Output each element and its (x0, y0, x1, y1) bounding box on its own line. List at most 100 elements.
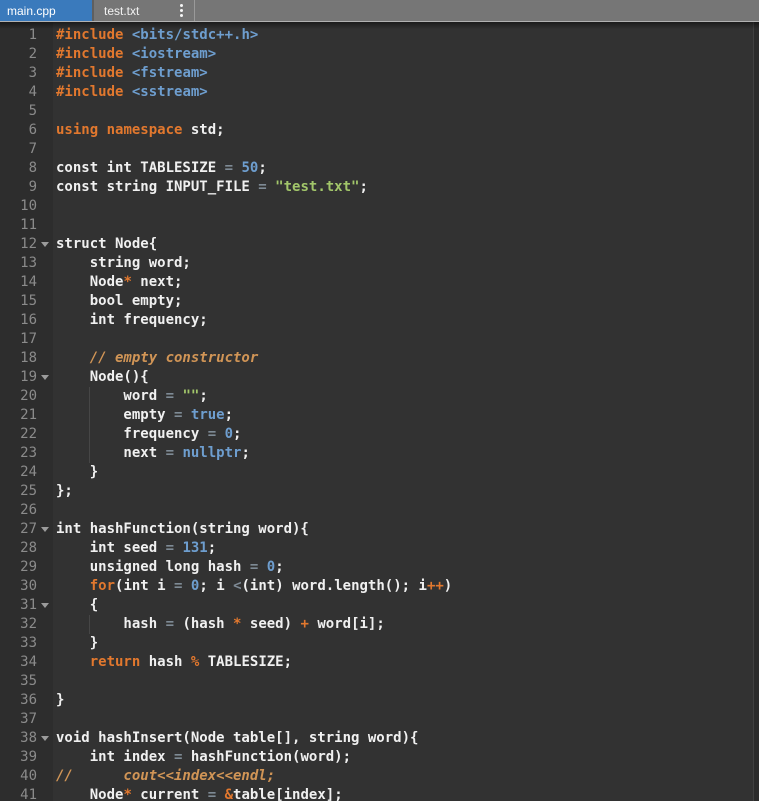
code-line-content[interactable]: #include <sstream> (53, 83, 759, 102)
code-token: ; (258, 160, 267, 176)
code-line-content[interactable]: for(int i = 0; i <(int) word.length(); i… (53, 577, 759, 596)
line-number[interactable]: 28 (0, 539, 37, 558)
code-line-content[interactable] (53, 501, 759, 520)
line-number[interactable]: 36 (0, 691, 37, 710)
fold-cell (37, 767, 53, 786)
fold-toggle-icon[interactable] (41, 375, 49, 380)
code-line-content[interactable] (53, 672, 759, 691)
line-number[interactable]: 41 (0, 786, 37, 801)
line-number[interactable]: 3 (0, 64, 37, 83)
code-line-content[interactable]: #include <iostream> (53, 45, 759, 64)
line-number[interactable]: 32 (0, 615, 37, 634)
code-line-content[interactable]: return hash % TABLESIZE; (53, 653, 759, 672)
code-line-content[interactable]: int index = hashFunction(word); (53, 748, 759, 767)
line-number[interactable]: 26 (0, 501, 37, 520)
code-line-content[interactable] (53, 197, 759, 216)
code-line-content[interactable]: bool empty; (53, 292, 759, 311)
line-number[interactable]: 17 (0, 330, 37, 349)
code-line-content[interactable]: unsigned long hash = 0; (53, 558, 759, 577)
line-number[interactable]: 38 (0, 729, 37, 748)
code-token: seed) (241, 616, 301, 632)
code-line-content[interactable] (53, 216, 759, 235)
code-line-content[interactable]: word = ""; (53, 387, 759, 406)
line-number[interactable]: 19 (0, 368, 37, 387)
code-line-content[interactable]: } (53, 463, 759, 482)
code-line-content[interactable] (53, 330, 759, 349)
fold-toggle-icon[interactable] (41, 527, 49, 532)
code-line-content[interactable] (53, 710, 759, 729)
line-number[interactable]: 33 (0, 634, 37, 653)
line-number[interactable]: 1 (0, 26, 37, 45)
code-line-content[interactable]: Node(){ (53, 368, 759, 387)
code-line-content[interactable]: string word; (53, 254, 759, 273)
code-lines: 1 #include <bits/stdc++.h> 2 #include <iost… (0, 22, 759, 801)
code-line-content[interactable]: Node* next; (53, 273, 759, 292)
line-number[interactable]: 2 (0, 45, 37, 64)
line-number[interactable]: 13 (0, 254, 37, 273)
code-line-content[interactable]: int frequency; (53, 311, 759, 330)
line-number[interactable]: 22 (0, 425, 37, 444)
code-line-content[interactable]: using namespace std; (53, 121, 759, 140)
code-line-content[interactable]: } (53, 691, 759, 710)
line-number[interactable]: 11 (0, 216, 37, 235)
line-number[interactable]: 27 (0, 520, 37, 539)
scrollbar-track[interactable] (753, 22, 759, 801)
code-line-content[interactable]: #include <fstream> (53, 64, 759, 83)
code-line: 28 int seed = 131; (0, 539, 759, 558)
code-line-content[interactable]: hash = (hash * seed) + word[i]; (53, 615, 759, 634)
line-number[interactable]: 37 (0, 710, 37, 729)
line-number[interactable]: 29 (0, 558, 37, 577)
code-line-content[interactable]: }; (53, 482, 759, 501)
code-line-content[interactable] (53, 140, 759, 159)
line-number[interactable]: 4 (0, 83, 37, 102)
line-number[interactable]: 40 (0, 767, 37, 786)
code-line-content[interactable]: void hashInsert(Node table[], string wor… (53, 729, 759, 748)
line-number[interactable]: 24 (0, 463, 37, 482)
code-line-content[interactable]: #include <bits/stdc++.h> (53, 26, 759, 45)
code-line-content[interactable]: next = nullptr; (53, 444, 759, 463)
code-line-content[interactable]: int hashFunction(string word){ (53, 520, 759, 539)
line-number[interactable]: 7 (0, 140, 37, 159)
code-line-content[interactable] (53, 102, 759, 121)
code-line-content[interactable]: empty = true; (53, 406, 759, 425)
line-number[interactable]: 39 (0, 748, 37, 767)
line-number[interactable]: 6 (0, 121, 37, 140)
code-line-content[interactable]: // cout<<index<<endl; (53, 767, 759, 786)
line-number[interactable]: 16 (0, 311, 37, 330)
line-number[interactable]: 21 (0, 406, 37, 425)
line-number[interactable]: 34 (0, 653, 37, 672)
line-number[interactable]: 15 (0, 292, 37, 311)
code-line: 27 int hashFunction(string word){ (0, 520, 759, 539)
line-number[interactable]: 30 (0, 577, 37, 596)
fold-toggle-icon[interactable] (41, 603, 49, 608)
code-line-content[interactable]: struct Node{ (53, 235, 759, 254)
code-line-content[interactable]: } (53, 634, 759, 653)
code-line: 4 #include <sstream> (0, 83, 759, 102)
tab-test-txt[interactable]: test.txt (94, 0, 168, 21)
line-number[interactable]: 18 (0, 349, 37, 368)
code-line-content[interactable]: const int TABLESIZE = 50; (53, 159, 759, 178)
code-line-content[interactable]: int seed = 131; (53, 539, 759, 558)
line-number[interactable]: 25 (0, 482, 37, 501)
line-number[interactable]: 23 (0, 444, 37, 463)
code-line-content[interactable]: const string INPUT_FILE = "test.txt"; (53, 178, 759, 197)
line-number[interactable]: 8 (0, 159, 37, 178)
line-number[interactable]: 20 (0, 387, 37, 406)
code-line-content[interactable]: // empty constructor (53, 349, 759, 368)
line-number[interactable]: 10 (0, 197, 37, 216)
line-number[interactable]: 5 (0, 102, 37, 121)
line-number[interactable]: 12 (0, 235, 37, 254)
fold-toggle-icon[interactable] (41, 242, 49, 247)
fold-toggle-icon[interactable] (41, 736, 49, 741)
line-number[interactable]: 14 (0, 273, 37, 292)
tab-menu-button[interactable] (168, 0, 194, 21)
line-number[interactable]: 31 (0, 596, 37, 615)
line-number[interactable]: 35 (0, 672, 37, 691)
code-line-content[interactable]: Node* current = &table[index]; (53, 786, 759, 801)
tab-bar-empty-space (195, 0, 759, 21)
line-number[interactable]: 9 (0, 178, 37, 197)
code-line-content[interactable]: { (53, 596, 759, 615)
code-line-content[interactable]: frequency = 0; (53, 425, 759, 444)
tab-main-cpp[interactable]: main.cpp (0, 0, 94, 21)
